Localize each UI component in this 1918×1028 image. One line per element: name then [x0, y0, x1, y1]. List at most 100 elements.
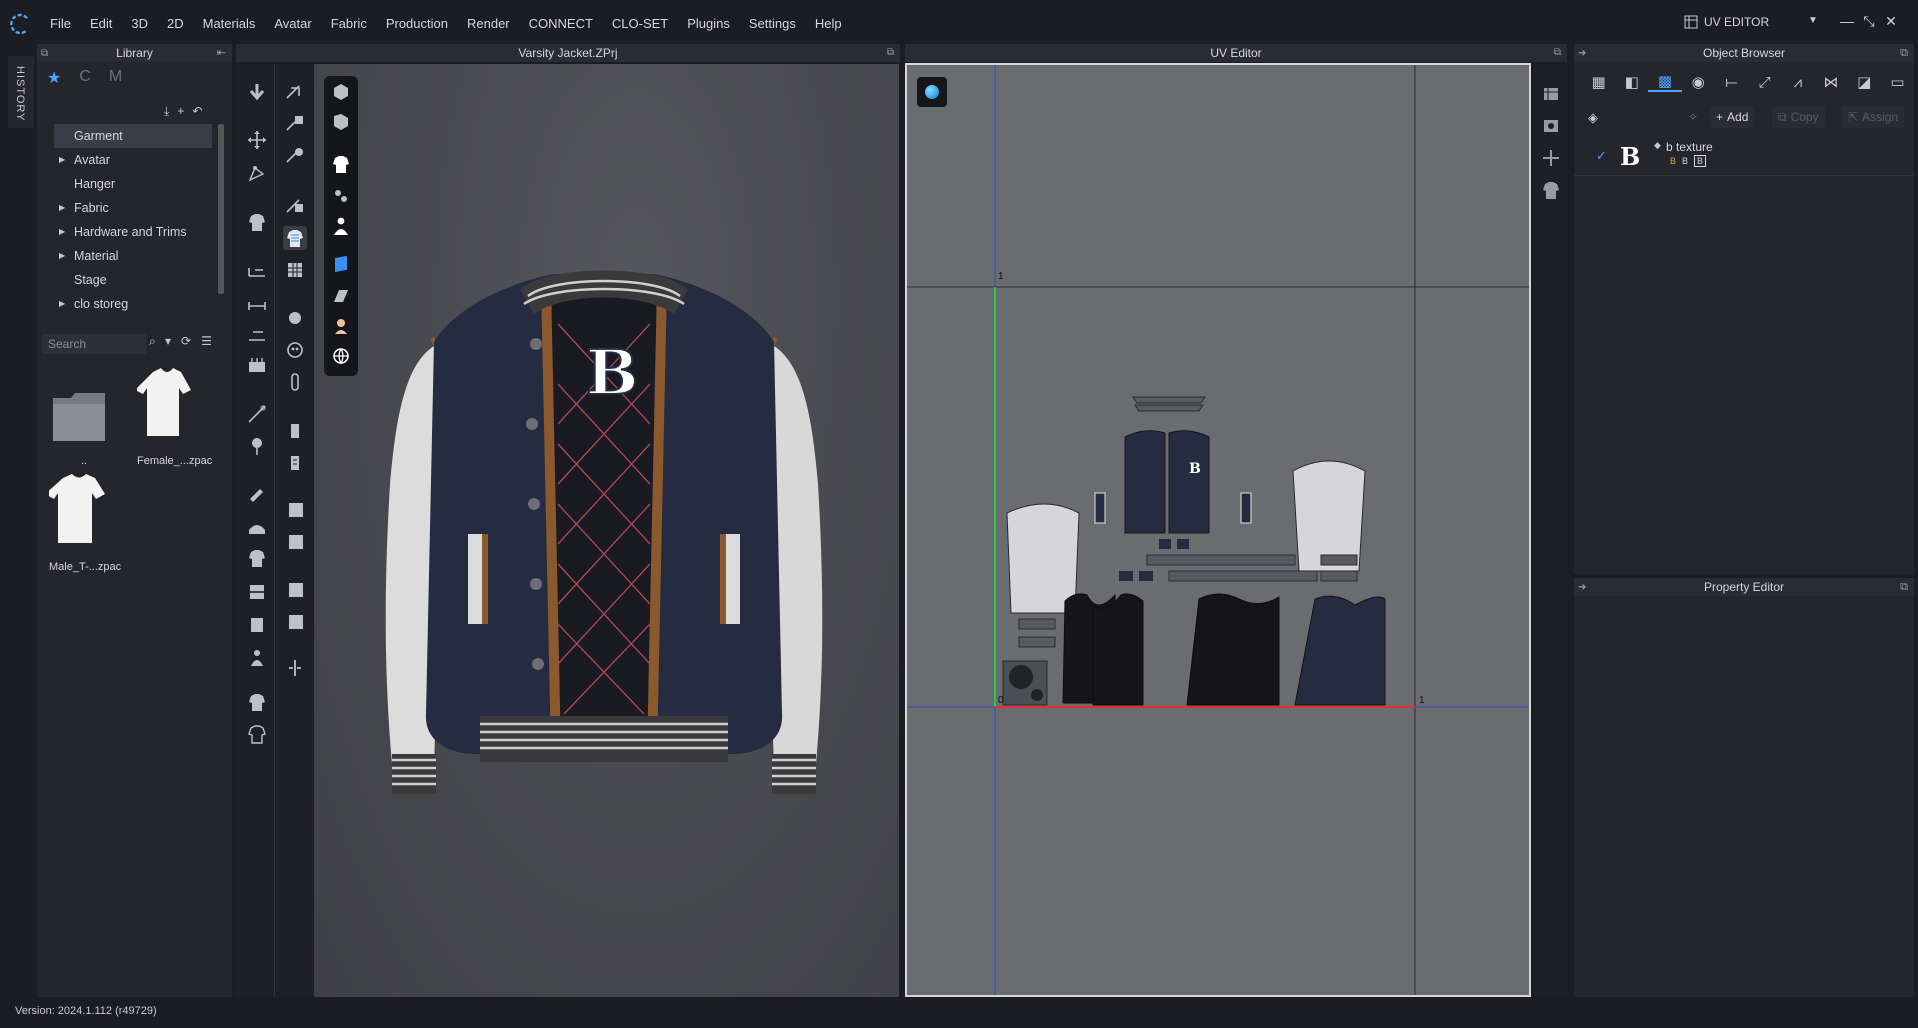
measure-tool-icon[interactable] [283, 418, 307, 442]
menu-production[interactable]: Production [386, 16, 448, 31]
simulate-tool-icon[interactable] [283, 80, 307, 104]
varsity-jacket-3d-model[interactable]: B [314, 64, 899, 997]
menu-connect[interactable]: CONNECT [529, 16, 593, 31]
menu-3d[interactable]: 3D [131, 16, 148, 31]
expand-arrow-icon[interactable]: ▶ [59, 196, 65, 220]
fabric-tab-icon[interactable]: ◧ [1615, 73, 1648, 91]
add-button[interactable]: + Add [1710, 106, 1755, 128]
menu-avatar[interactable]: Avatar [274, 16, 311, 31]
texture-tool-icon[interactable] [283, 226, 307, 250]
line-tool-icon[interactable] [245, 290, 269, 314]
tree-item-stage[interactable]: Stage [54, 268, 212, 292]
line-tool-2-icon[interactable] [245, 322, 269, 346]
expand-arrow-icon[interactable]: ▶ [59, 292, 65, 316]
menu-help[interactable]: Help [815, 16, 842, 31]
measure-tool-2-icon[interactable] [283, 450, 307, 474]
check-icon[interactable]: ✓ [1596, 148, 1607, 164]
block-tool-4-icon[interactable] [283, 610, 307, 634]
collapse-arrow-icon[interactable]: ➜ [1578, 45, 1586, 63]
arrange-tool-icon[interactable] [283, 194, 307, 218]
uv-editor-canvas[interactable]: B 1 0 1 [905, 63, 1531, 997]
tree-item-avatar[interactable]: ▶ Avatar [54, 148, 212, 172]
buttonhole-tool-icon[interactable] [283, 338, 307, 362]
segment-tool-icon[interactable] [245, 258, 269, 282]
needle-tool-icon[interactable] [245, 402, 269, 426]
jacket-tool-2-icon[interactable] [245, 722, 269, 746]
zipper-tool-icon[interactable] [283, 370, 307, 394]
library-search-input[interactable]: Search [42, 334, 146, 354]
list-view-icon[interactable]: ☰ [201, 334, 212, 348]
select-mesh-tool-icon[interactable] [283, 112, 307, 136]
buttonhole-tab-icon[interactable]: ⟝ [1715, 74, 1748, 91]
library-tree-scrollbar[interactable] [218, 124, 224, 294]
tack-tool-icon[interactable] [245, 354, 269, 378]
dropdown-caret-icon[interactable]: ▾ [165, 334, 171, 348]
trims-view-icon[interactable] [329, 184, 353, 208]
viewport-3d[interactable]: B [314, 64, 899, 997]
clo-source-icon[interactable]: C [79, 68, 91, 88]
uv-garment-icon[interactable] [1539, 178, 1563, 202]
magic-wand-icon[interactable]: ✧ [1688, 110, 1698, 124]
garment-view-icon[interactable] [329, 152, 353, 176]
topstitch-tab-icon[interactable]: ⤢ [1748, 74, 1781, 91]
fitting-tool-icon[interactable] [283, 656, 307, 680]
avatar-tool-icon[interactable] [245, 646, 269, 670]
close-icon[interactable]: ✕ [1881, 13, 1901, 33]
shading-view-icon[interactable] [329, 284, 353, 308]
graphic-tool-icon[interactable] [283, 258, 307, 282]
select-pattern-tool-icon[interactable] [283, 144, 307, 168]
expand-arrow-icon[interactable]: ▶ [59, 220, 65, 244]
sleeve-tool-icon[interactable] [245, 612, 269, 636]
refresh-icon[interactable]: ⟳ [181, 334, 191, 348]
uv-transform-icon[interactable] [1539, 146, 1563, 170]
menu-file[interactable]: File [50, 16, 71, 31]
tree-item-garment[interactable]: Garment [54, 124, 212, 148]
tree-item-fabric[interactable]: ▶ Fabric [54, 196, 212, 220]
tree-item-clo-storeg[interactable]: ▶ clo storeg [54, 292, 212, 316]
collapse-panel-icon[interactable]: ⇤ [217, 44, 226, 62]
jacket-tool-icon[interactable] [245, 690, 269, 714]
trims-tab-icon[interactable]: ◪ [1848, 73, 1881, 91]
uv-pack-icon[interactable] [1539, 114, 1563, 138]
float-window-icon[interactable]: ⧉ [1900, 44, 1908, 62]
menu-render[interactable]: Render [467, 16, 510, 31]
texture-view-icon[interactable] [329, 254, 353, 278]
block-tool-icon[interactable] [283, 498, 307, 522]
bow-tab-icon[interactable]: ⋈ [1814, 73, 1847, 91]
library-file-female[interactable]: Female_...zpac [135, 362, 212, 467]
texture-tab-icon[interactable]: ▩ [1648, 72, 1682, 92]
minimize-icon[interactable]: — [1837, 13, 1857, 33]
fold-tool-icon[interactable] [245, 580, 269, 604]
favorites-star-icon[interactable]: ★ [47, 68, 61, 88]
collapse-arrow-icon[interactable]: ➜ [1578, 579, 1586, 597]
copy-button[interactable]: ⧉ Copy [1772, 106, 1825, 128]
measure-tab-icon[interactable]: ▭ [1881, 73, 1914, 91]
mesh-view-icon[interactable] [329, 110, 353, 134]
search-icon[interactable]: ⌕ [149, 334, 156, 349]
menu-fabric[interactable]: Fabric [331, 16, 367, 31]
chevron-down-icon[interactable]: ▼ [1808, 15, 1818, 26]
tree-item-hardware[interactable]: ▶ Hardware and Trims [54, 220, 212, 244]
restore-icon[interactable]: ⤡ [1859, 13, 1879, 33]
garment-fit-tool-icon[interactable] [245, 210, 269, 234]
menu-edit[interactable]: Edit [90, 16, 112, 31]
menu-clo-set[interactable]: CLO-SET [612, 16, 668, 31]
tree-item-hanger[interactable]: Hanger [54, 172, 212, 196]
avatar-view-icon[interactable] [329, 214, 353, 238]
add-icon[interactable]: + [177, 104, 184, 119]
assign-button[interactable]: ⇱ Assign [1842, 106, 1905, 128]
download-icon[interactable]: ⤓ [164, 104, 169, 119]
menu-materials[interactable]: Materials [203, 16, 256, 31]
block-tool-3-icon[interactable] [283, 578, 307, 602]
menu-settings[interactable]: Settings [749, 16, 796, 31]
float-window-icon[interactable]: ⧉ [41, 45, 48, 63]
skin-view-icon[interactable] [329, 314, 353, 338]
tree-item-material[interactable]: ▶ Material [54, 244, 212, 268]
edit-pattern-tool-icon[interactable] [245, 162, 269, 186]
cube-view-icon[interactable] [329, 80, 353, 104]
uv-unwrap-icon[interactable] [1539, 82, 1563, 106]
clo-logo-icon[interactable] [8, 12, 32, 36]
marvelous-source-icon[interactable]: M [109, 68, 122, 88]
shirt-tool-icon[interactable] [245, 546, 269, 570]
float-window-icon[interactable]: ⧉ [1554, 44, 1561, 62]
